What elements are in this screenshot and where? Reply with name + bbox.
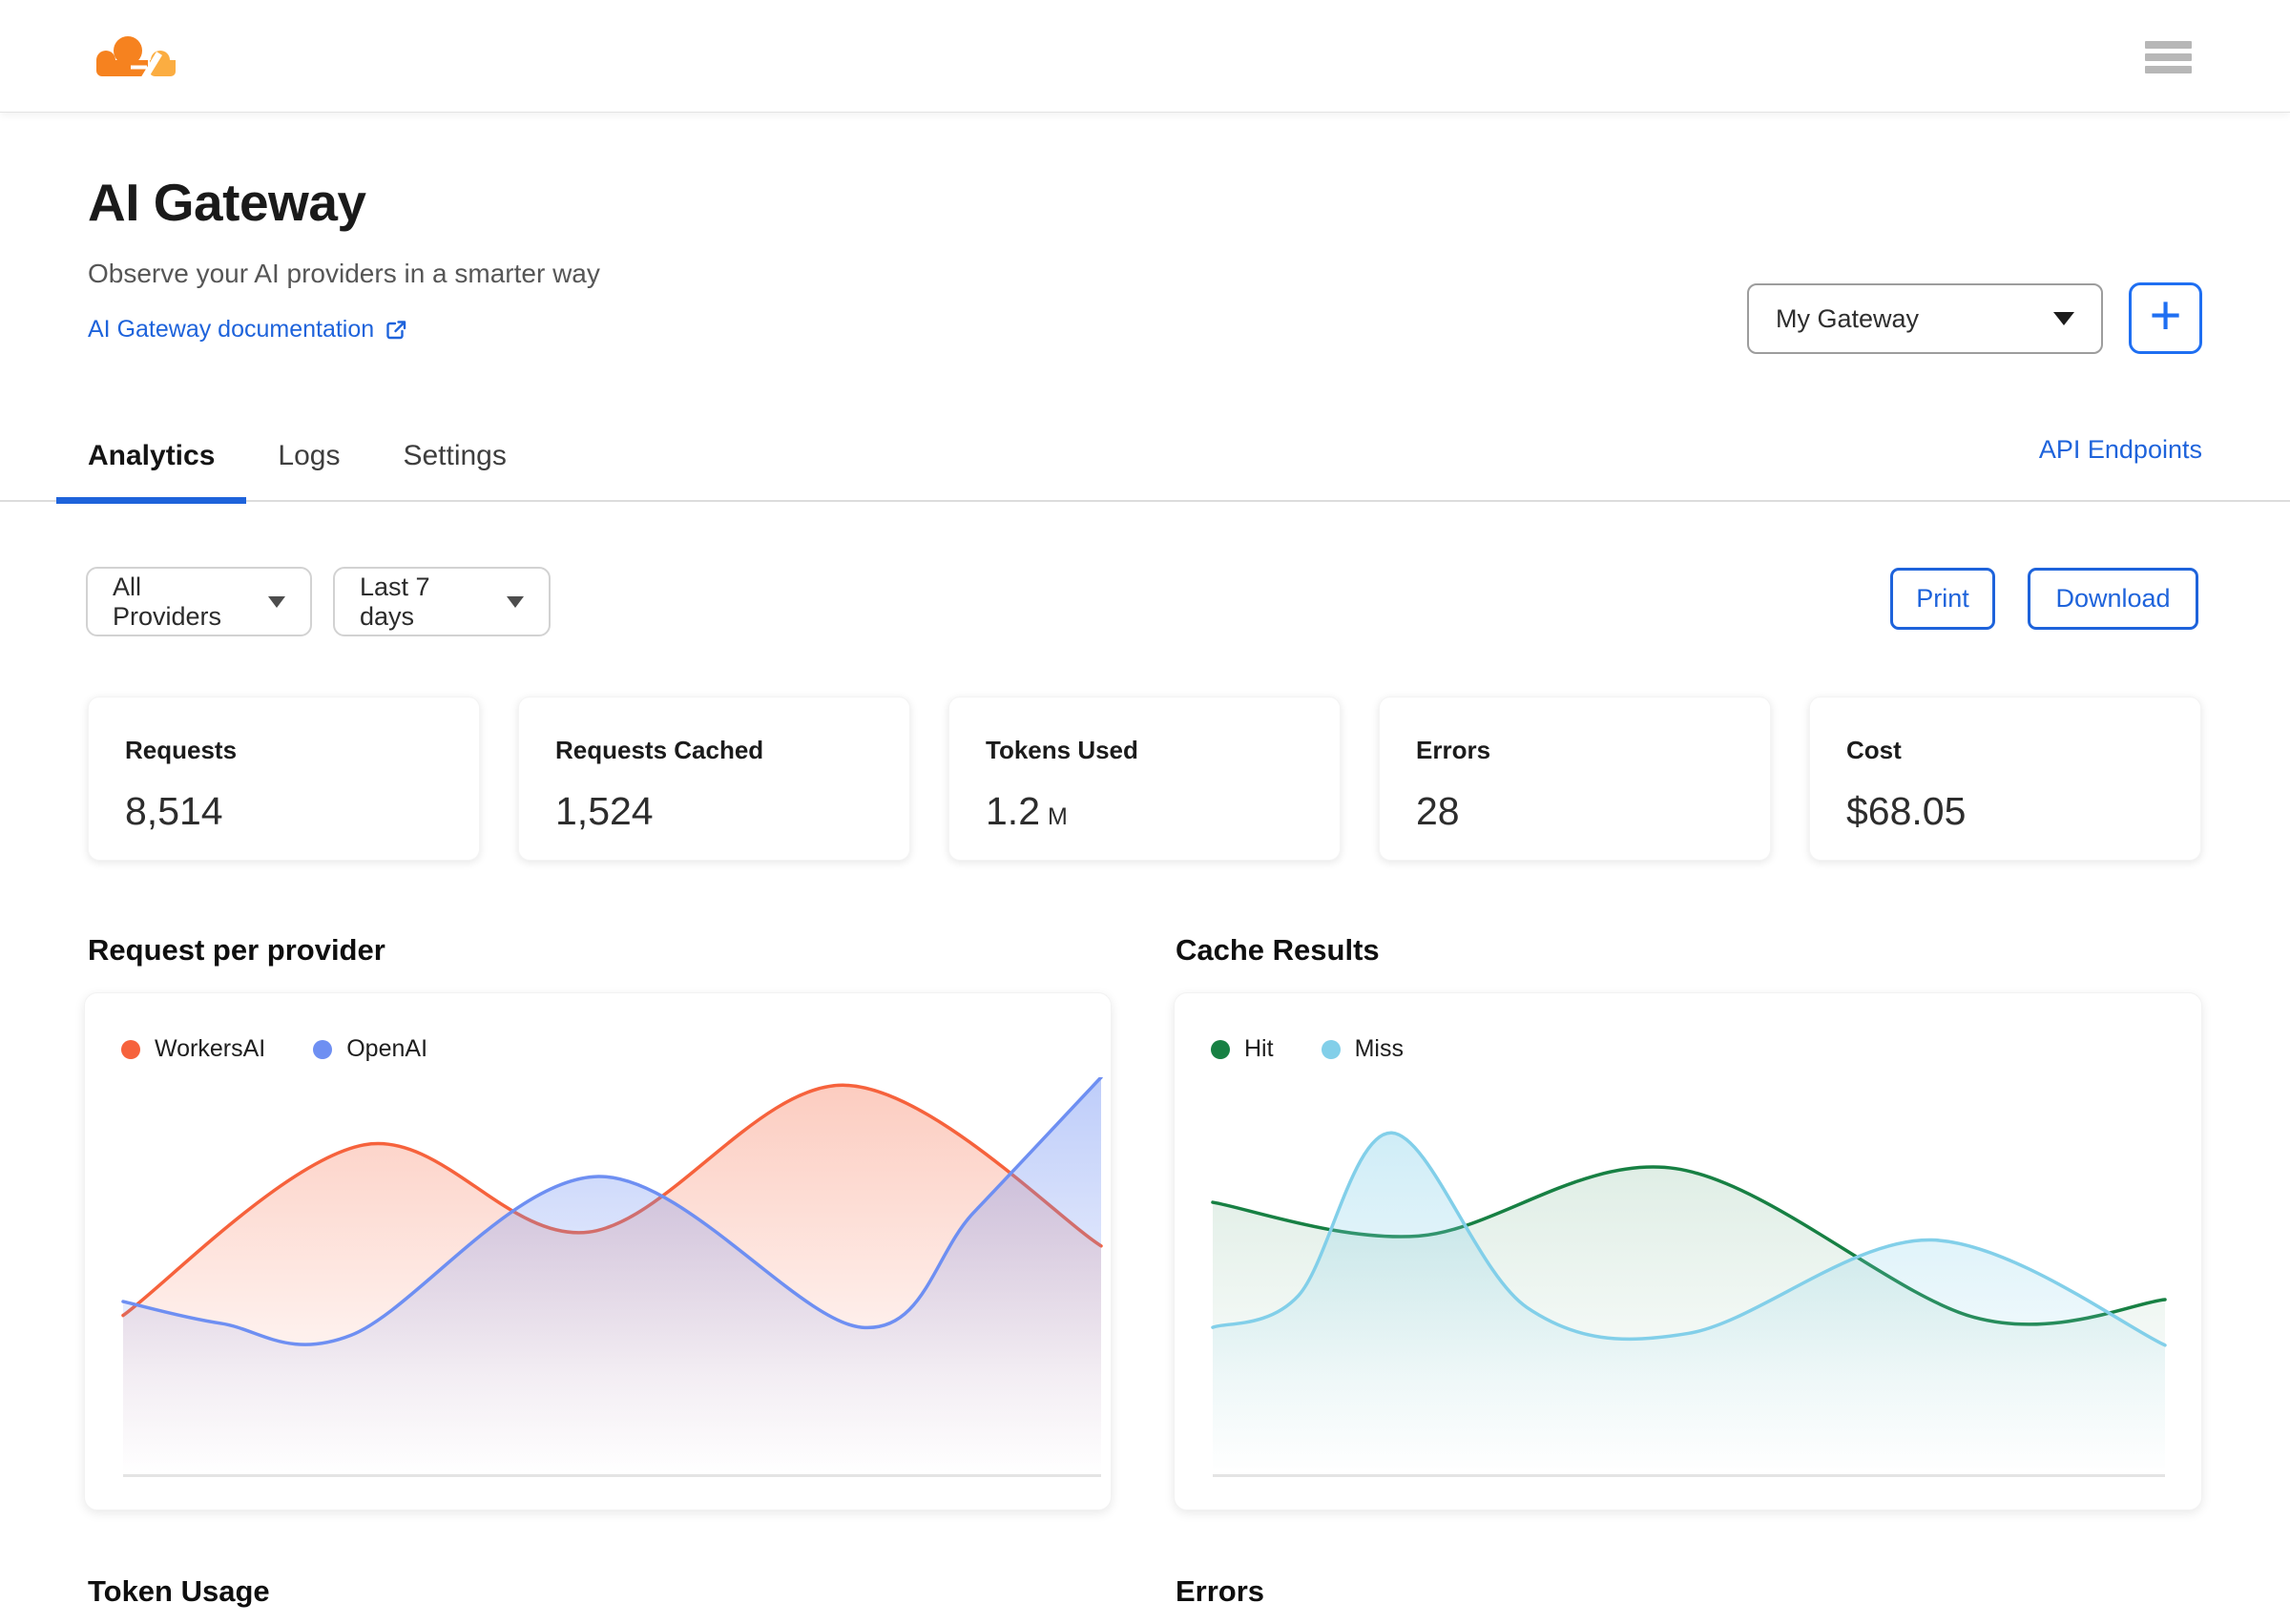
provider-filter-dropdown[interactable]: All Providers xyxy=(86,567,312,636)
add-gateway-button[interactable]: + xyxy=(2129,282,2202,354)
tab-analytics[interactable]: Analytics xyxy=(56,410,247,504)
stat-value: 28 xyxy=(1416,789,1460,833)
stat-card-requests: Requests 8,514 xyxy=(88,697,480,861)
stat-label: Tokens Used xyxy=(986,736,1138,764)
stat-label: Errors xyxy=(1416,736,1491,764)
cloudflare-logo-icon[interactable] xyxy=(92,34,179,85)
stat-unit: M xyxy=(1048,803,1068,830)
token-usage-section-title: Token Usage xyxy=(88,1574,270,1608)
legend-dot-icon xyxy=(313,1039,333,1059)
tab-bar: Analytics Logs Settings xyxy=(56,410,538,504)
stat-card-requests-cached: Requests Cached 1,524 xyxy=(518,697,910,861)
cache-results-chart-card: Hit Miss xyxy=(1174,992,2202,1510)
top-bar xyxy=(0,0,2290,113)
tab-settings[interactable]: Settings xyxy=(371,410,537,502)
errors-section-title: Errors xyxy=(1176,1574,1265,1608)
hamburger-menu-icon[interactable] xyxy=(2145,41,2192,78)
stat-value: $68.05 xyxy=(1846,789,1967,833)
download-button[interactable]: Download xyxy=(2028,568,2198,630)
requests-chart-title: Request per provider xyxy=(88,933,385,967)
requests-per-provider-plot xyxy=(121,1077,1103,1477)
logo-main-cloud xyxy=(96,36,148,76)
legend-label: Miss xyxy=(1354,1035,1404,1062)
stat-card-errors: Errors 28 xyxy=(1379,697,1771,861)
chevron-down-icon xyxy=(507,595,524,608)
cache-chart-title: Cache Results xyxy=(1176,933,1380,967)
chevron-down-icon xyxy=(268,595,285,608)
tab-logs[interactable]: Logs xyxy=(246,410,371,502)
external-link-icon xyxy=(386,320,406,339)
stat-value: 1.2 M xyxy=(986,789,1068,833)
legend-dot-icon xyxy=(1211,1039,1230,1059)
provider-filter-value: All Providers xyxy=(113,572,222,631)
chart-legend: WorkersAI OpenAI xyxy=(121,1035,427,1063)
requests-per-provider-chart-card: WorkersAI OpenAI xyxy=(84,992,1112,1510)
api-endpoints-link[interactable]: API Endpoints xyxy=(2039,435,2202,465)
stat-label: Cost xyxy=(1846,736,1902,764)
cloudflare-cloud-icon xyxy=(96,36,176,82)
legend-item-workersai[interactable]: WorkersAI xyxy=(121,1035,265,1063)
documentation-link[interactable]: AI Gateway documentation xyxy=(88,316,407,344)
chart-legend: Hit Miss xyxy=(1211,1035,1404,1063)
legend-item-openai[interactable]: OpenAI xyxy=(313,1035,427,1063)
date-range-value: Last 7 days xyxy=(360,572,430,631)
legend-dot-icon xyxy=(121,1039,140,1059)
date-range-dropdown[interactable]: Last 7 days xyxy=(333,567,551,636)
gateway-select-value: My Gateway xyxy=(1776,303,1920,333)
stat-label: Requests xyxy=(125,736,238,764)
legend-label: WorkersAI xyxy=(155,1035,266,1062)
plus-icon: + xyxy=(2149,283,2182,346)
stat-value: 8,514 xyxy=(125,789,223,833)
print-button[interactable]: Print xyxy=(1890,568,1995,630)
gateway-select[interactable]: My Gateway xyxy=(1747,283,2103,354)
chevron-down-icon xyxy=(2053,312,2074,325)
stat-card-cost: Cost $68.05 xyxy=(1809,697,2201,861)
stat-label: Requests Cached xyxy=(555,736,764,764)
stat-card-tokens-used: Tokens Used 1.2 M xyxy=(948,697,1341,861)
page-title: AI Gateway xyxy=(88,173,366,232)
documentation-link-label: AI Gateway documentation xyxy=(88,316,375,343)
legend-item-miss[interactable]: Miss xyxy=(1321,1035,1404,1063)
legend-item-hit[interactable]: Hit xyxy=(1211,1035,1274,1063)
page-subtitle: Observe your AI providers in a smarter w… xyxy=(88,259,600,288)
legend-label: Hit xyxy=(1244,1035,1274,1062)
stat-value: 1,524 xyxy=(555,789,654,833)
legend-label: OpenAI xyxy=(346,1035,428,1062)
cache-results-plot xyxy=(1211,1131,2167,1477)
legend-dot-icon xyxy=(1321,1039,1341,1059)
